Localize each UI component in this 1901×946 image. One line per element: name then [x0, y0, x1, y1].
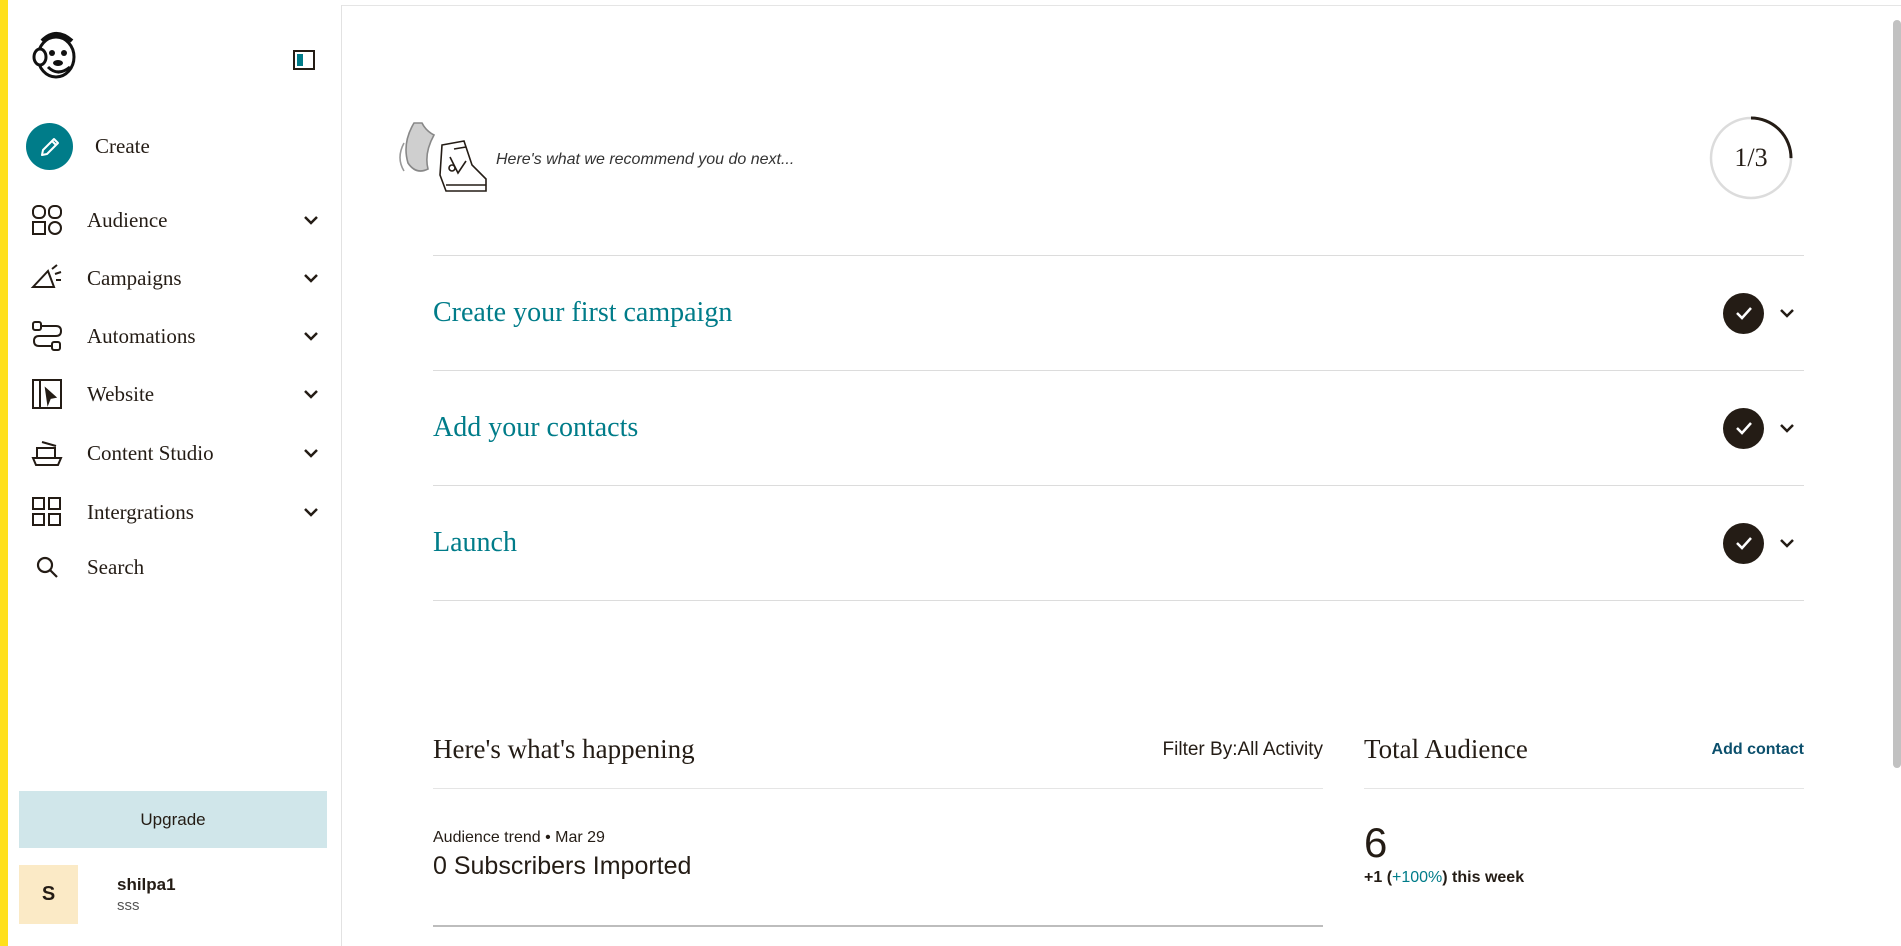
sidebar-item-label: Intergrations: [87, 499, 194, 524]
activity-panel: Here's what's happening Filter By:All Ac…: [433, 711, 1323, 927]
main-content: Here's what we recommend you do next... …: [342, 5, 1901, 946]
chevron-down-icon[interactable]: [1776, 532, 1798, 554]
step-add-contacts[interactable]: Add your contacts: [433, 371, 1804, 486]
activity-filter[interactable]: Filter By:All Activity: [1163, 739, 1323, 761]
step-create-campaign[interactable]: Create your first campaign: [433, 256, 1804, 371]
change-percent: +100%: [1392, 869, 1443, 886]
page-scrollbar[interactable]: [1893, 20, 1901, 768]
step-title[interactable]: Launch: [433, 527, 1723, 559]
automations-icon: [30, 319, 64, 353]
sidebar-item-website[interactable]: Website: [30, 372, 330, 416]
chevron-down-icon[interactable]: [300, 267, 322, 289]
account-name: shilpa1: [117, 874, 176, 894]
sidebar-item-automations[interactable]: Automations: [30, 314, 330, 358]
checkmark-icon: [1723, 407, 1764, 449]
audience-count: 6: [1364, 819, 1388, 866]
website-icon: [30, 377, 64, 411]
sidebar-item-label: Website: [87, 381, 155, 406]
trend-value: 0 Subscribers Imported: [433, 852, 692, 880]
sidebar-item-label: Search: [87, 554, 145, 579]
create-button[interactable]: Create: [26, 123, 150, 170]
checkmark-icon: [1723, 292, 1764, 334]
progress-label: 1/3: [1734, 143, 1768, 172]
sidebar-item-campaigns[interactable]: Campaigns: [30, 256, 330, 300]
chevron-down-icon[interactable]: [300, 442, 322, 464]
recommendation-text: Here's what we recommend you do next...: [496, 151, 795, 168]
chevron-down-icon[interactable]: [300, 501, 322, 523]
chevron-down-icon[interactable]: [300, 325, 322, 347]
grid-icon: [30, 495, 64, 529]
chevron-down-icon[interactable]: [1776, 302, 1798, 324]
change-suffix: ) this week: [1442, 869, 1525, 886]
total-audience-panel: Total Audience Add contact 6 +1 (+100%) …: [1364, 711, 1804, 887]
activity-title: Here's what's happening: [433, 734, 695, 764]
sidebar-item-content-studio[interactable]: Content Studio: [30, 431, 330, 475]
chevron-down-icon[interactable]: [300, 383, 322, 405]
sidebar-item-label: Audience: [87, 207, 168, 232]
upgrade-button[interactable]: Upgrade: [19, 791, 327, 848]
sidebar-item-label: Automations: [87, 323, 196, 348]
create-label: Create: [95, 134, 150, 158]
sidebar-item-integrations[interactable]: Intergrations: [30, 490, 330, 534]
mailchimp-logo-icon[interactable]: [32, 27, 82, 85]
total-audience-title: Total Audience: [1364, 734, 1528, 764]
content-studio-icon: [30, 436, 64, 470]
search-icon: [30, 550, 64, 584]
account-menu[interactable]: S shilpa1 sss: [19, 862, 329, 926]
change-prefix: +1 (: [1364, 869, 1393, 886]
step-title[interactable]: Add your contacts: [433, 412, 1723, 444]
sidebar: Create Audience Campaigns Automations We…: [8, 5, 342, 946]
sidebar-item-label: Campaigns: [87, 265, 182, 290]
step-launch[interactable]: Launch: [433, 486, 1804, 601]
brand-stripe: [0, 0, 8, 946]
checkmark-icon: [1723, 522, 1764, 564]
audience-icon: [30, 203, 64, 237]
add-contact-link[interactable]: Add contact: [1712, 741, 1804, 759]
audience-change: +1 (+100%) this week: [1364, 869, 1804, 887]
sidebar-item-audience[interactable]: Audience: [30, 198, 330, 242]
sidebar-item-label: Content Studio: [87, 440, 214, 465]
sneaker-illustration-icon: [394, 113, 494, 208]
sidebar-item-search[interactable]: Search: [30, 545, 330, 589]
pencil-icon: [26, 123, 73, 170]
megaphone-icon: [30, 261, 64, 295]
trend-meta: Audience trend • Mar 29: [433, 829, 605, 846]
chevron-down-icon[interactable]: [300, 209, 322, 231]
avatar: S: [19, 864, 78, 924]
audience-trend-card[interactable]: Audience trend • Mar 29 0 Subscribers Im…: [433, 789, 1323, 927]
chevron-down-icon[interactable]: [1776, 417, 1798, 439]
step-title[interactable]: Create your first campaign: [433, 297, 1723, 329]
account-subtitle: sss: [117, 896, 140, 914]
onboarding-steps: Create your first campaign Add your cont…: [433, 255, 1804, 601]
collapse-sidebar-icon[interactable]: [292, 48, 316, 72]
